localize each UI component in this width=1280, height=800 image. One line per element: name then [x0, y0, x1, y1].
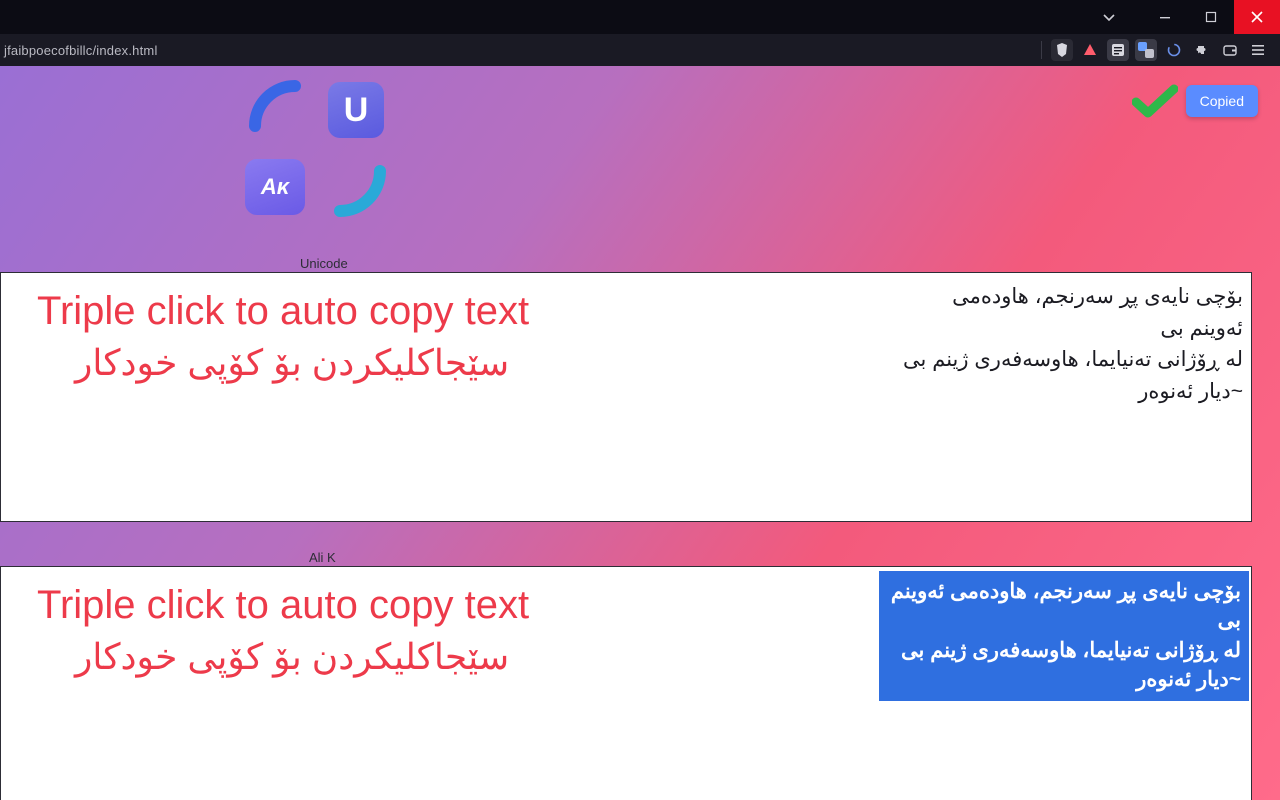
google-translate-icon[interactable] [1135, 39, 1157, 61]
address-bar-url[interactable]: jfaibpoecofbillc/index.html [4, 43, 158, 58]
browser-toolbar: jfaibpoecofbillc/index.html [0, 34, 1280, 66]
extension-icon-1[interactable] [1107, 39, 1129, 61]
window-minimize-button[interactable] [1142, 0, 1188, 34]
alik-output-text[interactable]: بۆچی نایەی پڕ سەرنجم، هاودەمی ئەوینم بیل… [879, 571, 1249, 701]
logo-arc-top [245, 76, 305, 136]
app-logo: U Aᴋ [245, 76, 390, 221]
unicode-panel[interactable]: Triple click to auto copy text سێجاکلیکر… [0, 272, 1252, 522]
window-maximize-button[interactable] [1188, 0, 1234, 34]
toolbar-separator [1041, 41, 1042, 59]
copied-button[interactable]: Copied [1186, 85, 1258, 117]
wallet-icon[interactable] [1219, 39, 1241, 61]
section-label-unicode: Unicode [300, 256, 348, 271]
logo-arc-bottom [330, 161, 390, 221]
logo-alik-badge: Aᴋ [245, 159, 305, 215]
window-titlebar [0, 0, 1280, 34]
page-content: Copied U Aᴋ Unicode Ali K Triple click t… [0, 66, 1280, 800]
copied-toast: Copied [1132, 84, 1258, 118]
section-label-alik: Ali K [309, 550, 336, 565]
logo-unicode-badge: U [328, 82, 384, 138]
checkmark-icon [1132, 84, 1178, 118]
window-close-button[interactable] [1234, 0, 1280, 34]
alik-panel[interactable]: Triple click to auto copy text سێجاکلیکر… [0, 566, 1252, 800]
unicode-output-text[interactable]: بۆچی نایەی پڕ سەرنجم، هاودەمی ئەوینم بیل… [889, 277, 1249, 411]
extensions-button[interactable] [1191, 39, 1213, 61]
brave-shields-icon[interactable] [1051, 39, 1073, 61]
alik-hint-kurdish: سێجاکلیکردن بۆ کۆپی خودکار [75, 636, 509, 678]
unicode-hint-kurdish: سێجاکلیکردن بۆ کۆپی خودکار [75, 342, 509, 384]
tab-overflow-button[interactable] [1086, 0, 1132, 34]
extension-icon-2[interactable] [1163, 39, 1185, 61]
brave-rewards-icon[interactable] [1079, 39, 1101, 61]
hamburger-menu-icon[interactable] [1247, 39, 1269, 61]
